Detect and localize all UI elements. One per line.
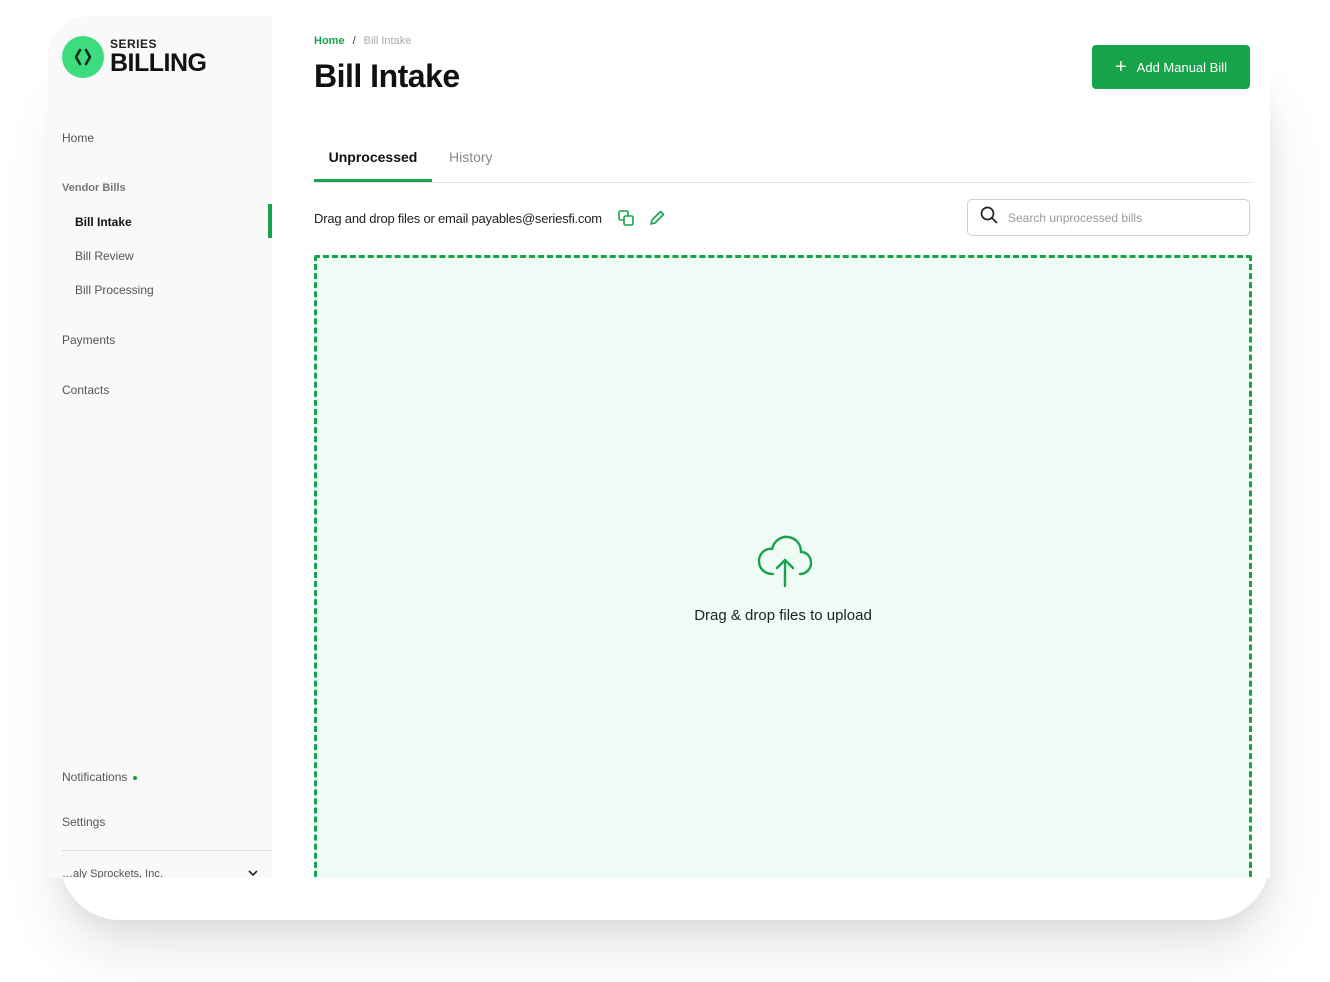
notification-dot: [133, 775, 138, 780]
add-manual-bill-button[interactable]: + Add Manual Bill: [1092, 45, 1250, 89]
chevron-down-icon: [248, 868, 258, 878]
sidebar-divider: [62, 850, 272, 851]
sidebar-item-contacts[interactable]: Contacts: [62, 383, 109, 397]
tab-history[interactable]: History: [449, 149, 493, 182]
code-brackets-icon: [62, 36, 104, 78]
sidebar-item-notifications[interactable]: Notifications: [62, 770, 138, 784]
notifications-label: Notifications: [62, 770, 128, 784]
active-indicator: [268, 204, 272, 238]
search-icon: [980, 206, 998, 229]
breadcrumb: Home / Bill Intake: [314, 35, 411, 47]
page-title: Bill Intake: [314, 58, 460, 94]
search-input[interactable]: [1006, 209, 1240, 226]
sidebar-section-vendor-bills[interactable]: Vendor Bills: [62, 182, 126, 194]
add-manual-bill-label: Add Manual Bill: [1136, 59, 1227, 75]
dropzone-text: Drag & drop files to upload: [694, 607, 872, 624]
org-switcher[interactable]: …aly Sprockets, Inc.: [62, 868, 258, 878]
sidebar-item-bill-intake[interactable]: Bill Intake: [75, 215, 132, 229]
intake-instructions: Drag and drop files or email payables@se…: [314, 211, 602, 226]
cloud-upload-icon: [755, 534, 815, 588]
sidebar-item-home[interactable]: Home: [62, 131, 94, 145]
dropzone[interactable]: Drag & drop files to upload: [314, 255, 1252, 878]
tabs: Unprocessed History: [314, 134, 1252, 183]
sidebar-item-bill-processing[interactable]: Bill Processing: [75, 283, 154, 297]
org-name: …aly Sprockets, Inc.: [62, 868, 163, 878]
sidebar: SERIES BILLING Home Vendor Bills Bill In…: [48, 16, 272, 878]
app-window: SERIES BILLING Home Vendor Bills Bill In…: [48, 16, 1270, 878]
sidebar-item-bill-review[interactable]: Bill Review: [75, 249, 134, 263]
brand-logo[interactable]: SERIES BILLING: [62, 36, 207, 78]
main-content: Home / Bill Intake Bill Intake + Add Manua…: [314, 16, 1270, 878]
tab-unprocessed[interactable]: Unprocessed: [314, 149, 432, 182]
search-box[interactable]: [967, 199, 1250, 236]
pencil-icon[interactable]: [648, 209, 666, 227]
sidebar-item-settings[interactable]: Settings: [62, 815, 105, 829]
brand-main: BILLING: [110, 49, 207, 77]
breadcrumb-separator: /: [352, 35, 356, 47]
plus-icon: +: [1114, 56, 1127, 78]
breadcrumb-home[interactable]: Home: [314, 35, 345, 47]
breadcrumb-current: Bill Intake: [363, 35, 412, 47]
copy-icon[interactable]: [617, 209, 635, 227]
sidebar-item-payments[interactable]: Payments: [62, 333, 115, 347]
